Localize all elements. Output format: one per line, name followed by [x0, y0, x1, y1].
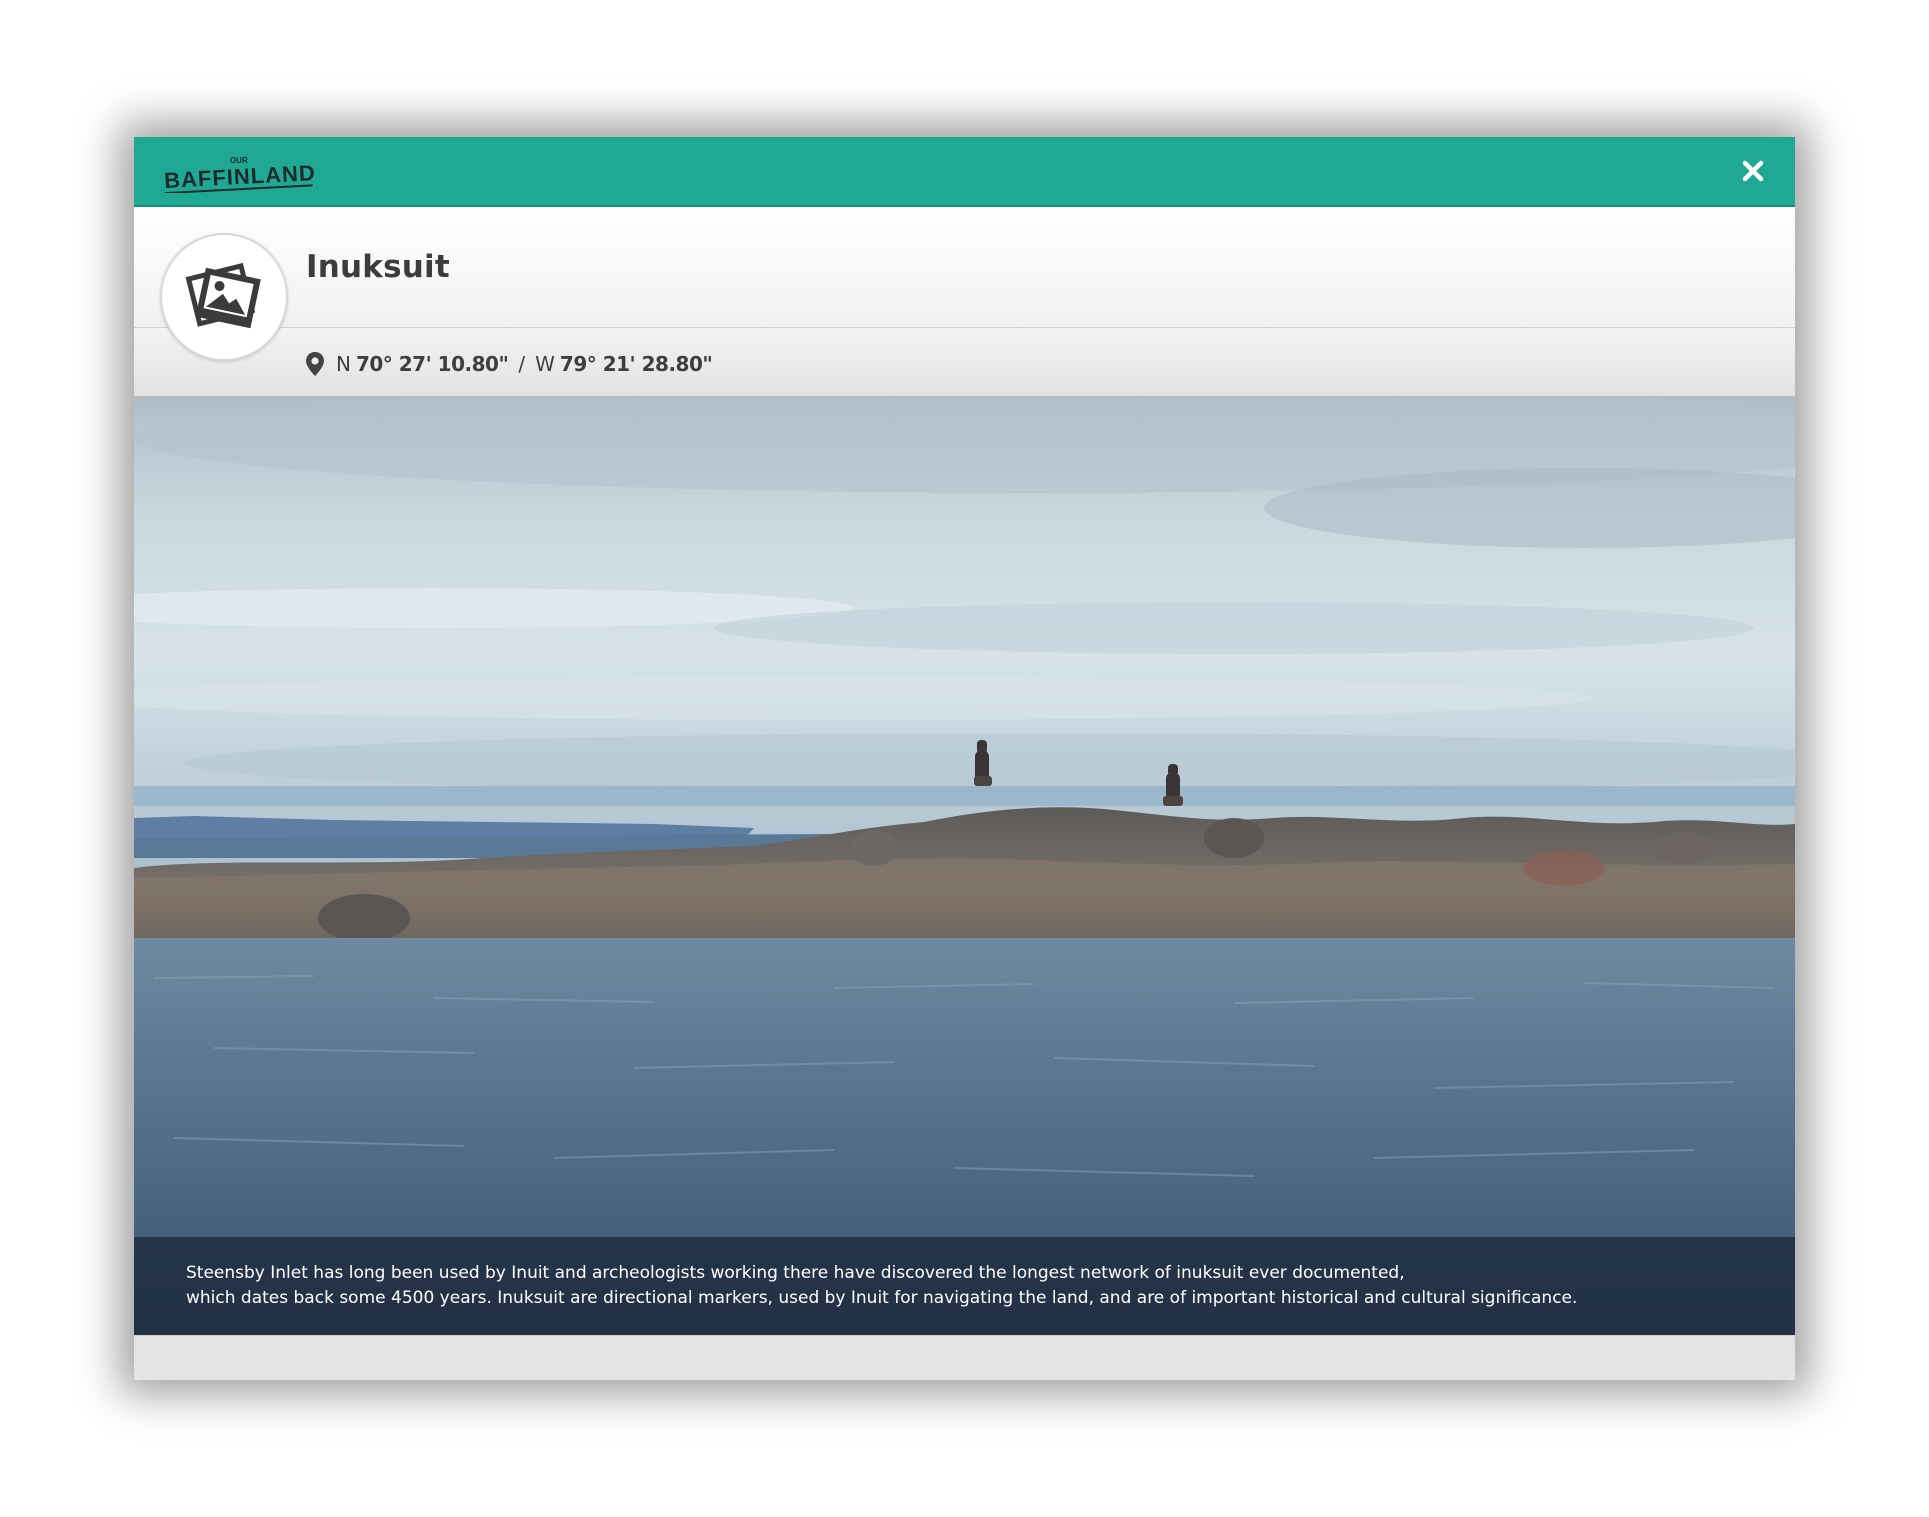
longitude-direction: W — [535, 352, 555, 376]
location-coordinates: N 70° 27' 10.80" / W 79° 21' 28.80" — [304, 349, 713, 379]
photo-stack-icon — [185, 262, 261, 329]
caption-text: Steensby Inlet has long been used by Inu… — [186, 1261, 1746, 1311]
modal-topbar: OUR BAFFINLAND — [134, 137, 1795, 207]
baffinland-logo[interactable]: OUR BAFFINLAND — [162, 151, 322, 193]
photo-caption: Steensby Inlet has long been used by Inu… — [134, 1237, 1795, 1335]
modal-footer — [134, 1335, 1795, 1380]
logo-main-word: BAFFINLAND — [164, 160, 317, 193]
close-button[interactable] — [1735, 153, 1771, 189]
longitude-value: 79° 21' 28.80" — [559, 352, 713, 376]
caption-line-2: which dates back some 4500 years. Inuksu… — [186, 1288, 1578, 1308]
avatar — [160, 233, 288, 361]
coordinate-separator: / — [518, 352, 526, 376]
map-pin-icon — [306, 352, 324, 376]
location-photo — [134, 398, 1795, 1335]
page-title: Inuksuit — [306, 249, 450, 285]
caption-line-1: Steensby Inlet has long been used by Inu… — [186, 1263, 1405, 1283]
location-modal: OUR BAFFINLAND Inuksuit N 70° 27' 10.80"… — [134, 137, 1795, 1380]
latitude-direction: N — [336, 352, 351, 376]
latitude-value: 70° 27' 10.80" — [355, 352, 509, 376]
close-icon[interactable] — [1735, 153, 1771, 189]
